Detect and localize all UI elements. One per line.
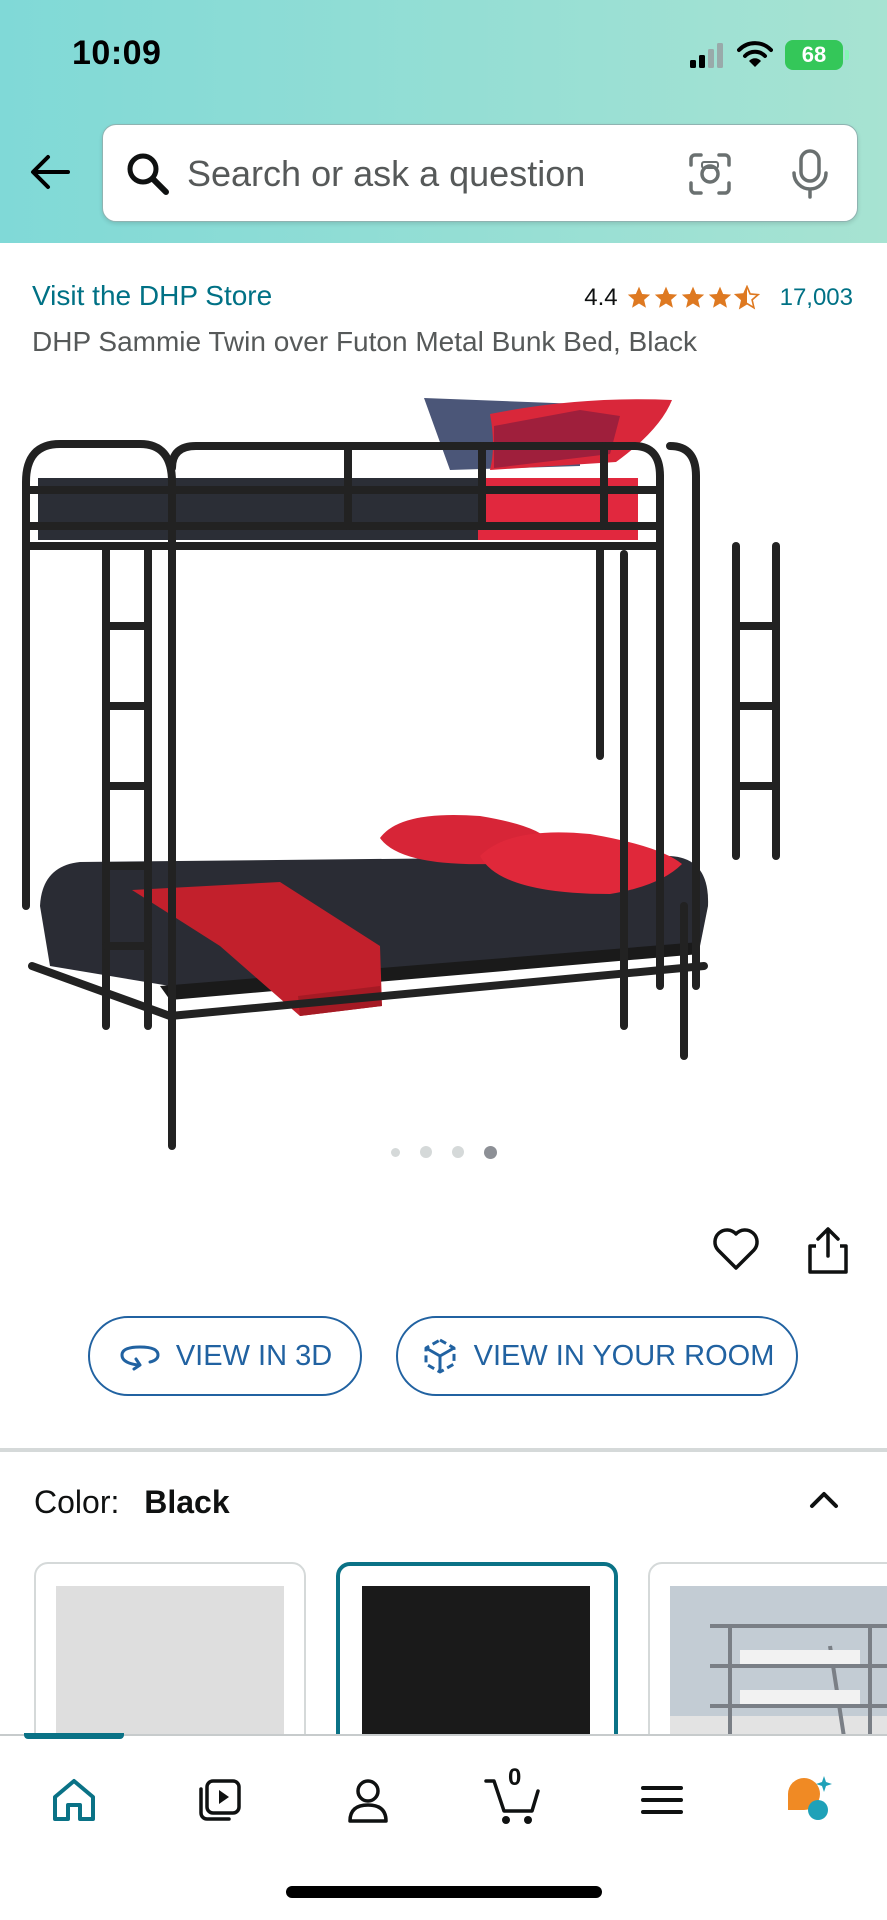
color-selector-header[interactable]: Color: Black xyxy=(34,1484,230,1521)
nav-menu[interactable] xyxy=(632,1770,692,1830)
product-title: DHP Sammie Twin over Futon Metal Bunk Be… xyxy=(32,326,698,357)
nav-account[interactable] xyxy=(338,1770,398,1830)
signal-icon xyxy=(690,43,723,68)
status-time: 10:09 xyxy=(72,34,162,72)
chevron-up-icon[interactable] xyxy=(804,1480,844,1520)
rating-count: 17,003 xyxy=(779,284,853,311)
pagination-dot-active[interactable] xyxy=(483,1146,497,1159)
home-indicator xyxy=(286,1886,602,1898)
star-icon xyxy=(681,286,704,308)
battery-level: 68 xyxy=(801,42,827,67)
wifi-icon xyxy=(737,41,773,67)
star-icon xyxy=(708,286,731,308)
half-star-icon xyxy=(733,285,760,310)
pagination-dot[interactable] xyxy=(390,1148,400,1157)
ar-cube-icon xyxy=(424,1338,456,1374)
cart-count: 0 xyxy=(508,1764,522,1791)
star-icon xyxy=(627,286,650,308)
status-icons: 68 xyxy=(689,38,849,72)
pagination-dot[interactable] xyxy=(451,1146,464,1158)
view-in-3d-label: VIEW IN 3D xyxy=(175,1339,333,1372)
nav-home[interactable] xyxy=(44,1770,104,1830)
nav-active-indicator xyxy=(24,1733,124,1739)
search-bar[interactable] xyxy=(102,124,858,222)
rating-summary[interactable]: 4.4 17,003 xyxy=(584,284,853,312)
star-icon xyxy=(654,286,677,308)
search-input[interactable] xyxy=(187,147,657,201)
search-icon xyxy=(127,153,169,195)
heart-icon[interactable] xyxy=(710,1222,762,1274)
color-swatch[interactable] xyxy=(648,1562,887,1762)
star-rating xyxy=(626,285,760,311)
view-in-your-room-button[interactable]: VIEW IN YOUR ROOM xyxy=(396,1316,798,1396)
product-page: 10:09 68 Search or ask a question Visit … xyxy=(0,0,887,1920)
image-pagination xyxy=(0,1146,887,1159)
battery-icon: 68 xyxy=(785,40,849,70)
nav-cart[interactable]: 0 xyxy=(484,1764,544,1830)
rufus-icon xyxy=(788,1776,832,1820)
back-arrow-icon[interactable] xyxy=(26,148,74,196)
share-icon[interactable] xyxy=(804,1224,852,1276)
menu-icon xyxy=(641,1786,683,1814)
header: 10:09 68 xyxy=(0,0,887,243)
view-in-3d-button[interactable]: VIEW IN 3D xyxy=(88,1316,362,1396)
home-icon xyxy=(53,1779,95,1821)
color-value: Black xyxy=(144,1484,230,1520)
mic-icon[interactable] xyxy=(785,147,835,201)
view-in-your-room-label: VIEW IN YOUR ROOM xyxy=(473,1339,775,1372)
video-icon xyxy=(199,1779,241,1821)
rating-value: 4.4 xyxy=(584,284,618,311)
section-divider xyxy=(0,1448,887,1452)
color-swatch[interactable] xyxy=(34,1562,306,1762)
store-link[interactable]: Visit the DHP Store xyxy=(32,280,272,312)
pagination-dot[interactable] xyxy=(419,1146,432,1158)
view-3d-icon xyxy=(120,1345,160,1371)
nav-rufus[interactable] xyxy=(780,1770,840,1830)
nav-video[interactable] xyxy=(190,1770,250,1830)
account-icon xyxy=(348,1779,388,1823)
color-swatch-selected[interactable] xyxy=(336,1562,618,1762)
camera-icon[interactable] xyxy=(685,149,735,199)
color-label: Color: xyxy=(34,1484,120,1520)
product-image[interactable] xyxy=(20,386,867,1186)
